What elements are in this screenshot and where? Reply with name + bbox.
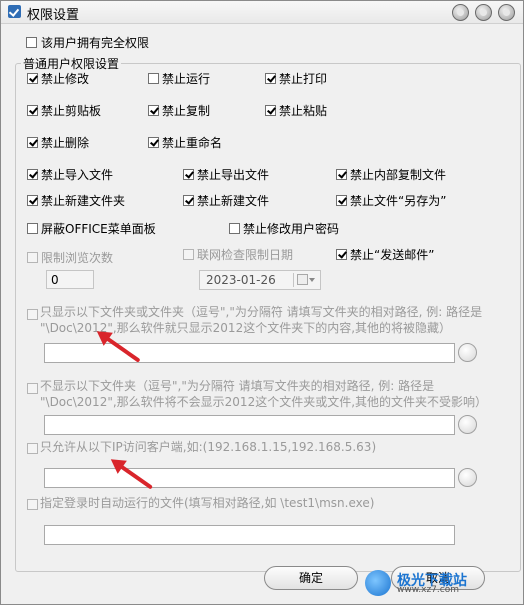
title-bar: 权限设置 [1, 1, 523, 24]
maximize-button[interactable] [475, 4, 492, 21]
chevron-down-icon [309, 278, 315, 282]
auto-run-checkbox[interactable] [27, 499, 38, 510]
forbid-copy-checkbox[interactable] [148, 105, 159, 116]
date-value: 2023-01-26 [206, 273, 276, 287]
forbid-paste-checkbox[interactable] [265, 105, 276, 116]
hide-folders-browse-button[interactable] [458, 415, 477, 434]
forbid-delete-checkbox[interactable] [27, 137, 38, 148]
calendar-icon [297, 274, 308, 285]
forbid-send-mail-checkbox[interactable] [336, 249, 347, 260]
calendar-dropdown-button[interactable] [293, 273, 318, 287]
forbid-export-checkbox[interactable] [183, 169, 194, 180]
forbid-internal-copy-label: 禁止内部复制文件 [350, 168, 447, 182]
dialog-content: 该用户拥有完全权限 普通用户权限设置 禁止修改 禁止运行 禁止打印 禁止剪贴板 … [9, 25, 521, 572]
forbid-print-label: 禁止打印 [279, 72, 328, 86]
block-office-menu-label: 屏蔽OFFICE菜单面板 [41, 222, 156, 236]
limit-views-checkbox[interactable] [27, 252, 38, 263]
forbid-delete-label: 禁止删除 [41, 136, 90, 150]
forbid-new-folder-checkbox[interactable] [27, 195, 38, 206]
network-date-label: 联网检查限制日期 [197, 248, 294, 262]
hide-folders-line-2: "\Doc\2012",那么软件将不会显示2012这个文件夹或文件,其他的文件夹… [40, 395, 488, 409]
permission-settings-window: 权限设置 该用户拥有完全权限 普通用户权限设置 禁止修改 禁止运行 禁止打印 禁… [0, 0, 524, 605]
date-picker[interactable]: 2023-01-26 [199, 270, 321, 290]
ok-button[interactable]: 确定 [264, 566, 358, 590]
forbid-modify-checkbox[interactable] [27, 73, 38, 84]
forbid-import-checkbox[interactable] [27, 169, 38, 180]
forbid-save-as-checkbox[interactable] [336, 195, 347, 206]
block-office-menu-checkbox[interactable] [27, 223, 38, 234]
forbid-rename-checkbox[interactable] [148, 137, 159, 148]
forbid-new-file-checkbox[interactable] [183, 195, 194, 206]
ip-only-input[interactable] [44, 468, 455, 488]
full-permission-checkbox[interactable] [26, 37, 37, 48]
forbid-internal-copy-checkbox[interactable] [336, 169, 347, 180]
ip-only-checkbox[interactable] [27, 443, 38, 454]
limit-views-value: 0 [51, 273, 59, 287]
limit-views-label: 限制浏览次数 [41, 251, 114, 265]
full-permission-label: 该用户拥有完全权限 [41, 36, 150, 50]
minimize-button[interactable] [452, 4, 469, 21]
shield-check-icon [8, 5, 21, 18]
forbid-save-as-label: 禁止文件“另存为” [350, 194, 447, 208]
forbid-change-password-label: 禁止修改用户密码 [243, 222, 340, 236]
forbid-clipboard-checkbox[interactable] [27, 105, 38, 116]
show-only-line-1: 只显示以下文件夹或文件夹（逗号","为分隔符 请填写文件夹的相对路径, 例: 路… [40, 305, 483, 319]
show-only-browse-button[interactable] [458, 343, 477, 362]
ip-only-browse-button[interactable] [458, 468, 477, 487]
forbid-send-mail-label: 禁止“发送邮件” [350, 248, 435, 262]
forbid-print-checkbox[interactable] [265, 73, 276, 84]
forbid-change-password-checkbox[interactable] [229, 223, 240, 234]
window-title: 权限设置 [27, 8, 80, 23]
hide-folders-checkbox[interactable] [27, 383, 38, 394]
hide-folders-line-1: 不显示以下文件夹（逗号","为分隔符 请填写文件夹的相对路径, 例: 路径是 [40, 379, 435, 393]
show-only-checkbox[interactable] [27, 309, 38, 320]
close-button[interactable] [498, 4, 515, 21]
watermark-logo-icon [365, 570, 391, 596]
forbid-paste-label: 禁止粘贴 [279, 104, 328, 118]
hide-folders-description: 不显示以下文件夹（逗号","为分隔符 请填写文件夹的相对路径, 例: 路径是 "… [40, 378, 487, 410]
forbid-export-label: 禁止导出文件 [197, 168, 270, 182]
show-only-input[interactable] [44, 343, 455, 363]
forbid-rename-label: 禁止重命名 [162, 136, 223, 150]
forbid-run-checkbox[interactable] [148, 73, 159, 84]
network-date-checkbox[interactable] [183, 249, 194, 260]
watermark-subtext: www.xz7.com [397, 585, 459, 595]
forbid-new-folder-label: 禁止新建文件夹 [41, 194, 126, 208]
forbid-modify-label: 禁止修改 [41, 72, 90, 86]
auto-run-input[interactable] [44, 525, 455, 545]
auto-run-label: 指定登录时自动运行的文件(填写相对路径,如 \test1\msn.exe) [40, 496, 375, 510]
watermark: 极光下载站 www.xz7.com [365, 568, 515, 598]
forbid-import-label: 禁止导入文件 [41, 168, 114, 182]
forbid-run-label: 禁止运行 [162, 72, 211, 86]
hide-folders-input[interactable] [44, 415, 455, 435]
forbid-clipboard-label: 禁止剪贴板 [41, 104, 102, 118]
limit-views-input[interactable]: 0 [46, 270, 94, 289]
forbid-copy-label: 禁止复制 [162, 104, 211, 118]
ip-only-label: 只允许从以下IP访问客户端,如:(192.168.1.15,192.168.5.… [40, 440, 377, 454]
forbid-new-file-label: 禁止新建文件 [197, 194, 270, 208]
